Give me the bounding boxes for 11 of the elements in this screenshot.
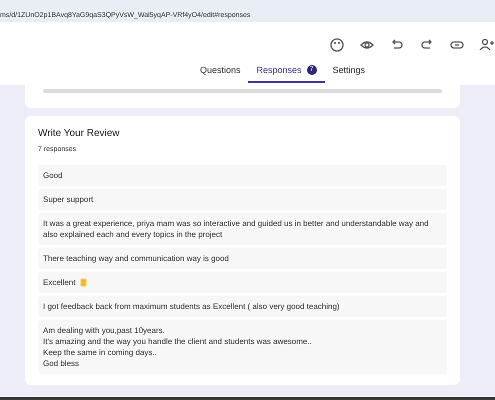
add-person-icon[interactable] bbox=[479, 37, 495, 53]
response-item: It was a great experience, priya mam was so interactive and guided us in better and understandable way and also explained each and every topics in the project bbox=[38, 213, 447, 245]
response-item: Super support bbox=[38, 189, 447, 210]
tab[interactable]: Questions bbox=[192, 65, 248, 83]
response-item: There teaching way and communication way is good bbox=[38, 248, 447, 269]
response-text: Excellent bbox=[43, 277, 76, 288]
response-item: I got feedback back from maximum students as Excellent ( also very good teaching) bbox=[38, 296, 447, 317]
question-title: Write Your Review bbox=[38, 128, 121, 139]
tab[interactable]: Settings bbox=[324, 65, 374, 83]
response-item: Am dealing with you,past 10years. It's amazing and the way you handle the client and students was awesome.. Keep the same in coming days.. God bless bbox=[38, 320, 447, 374]
response-item: Good bbox=[38, 165, 447, 186]
